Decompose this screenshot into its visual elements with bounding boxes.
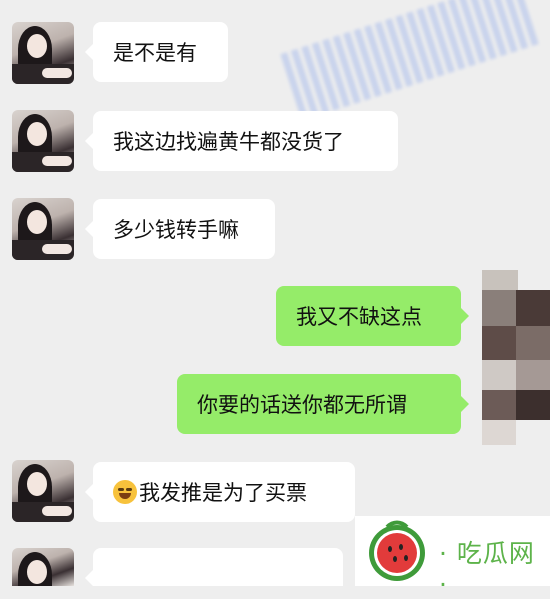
- contact-avatar[interactable]: [12, 460, 74, 522]
- laughing-tears-emoji: [113, 480, 137, 504]
- message-text: 我发推是为了买票: [139, 481, 307, 505]
- message-bubble-received: 我发推是为了买票: [85, 462, 355, 522]
- message-text: 多少钱转手嘛: [113, 218, 239, 242]
- site-watermark: · 吃瓜网 ·: [355, 516, 550, 599]
- message-bubble-received: 多少钱转手嘛: [85, 199, 275, 259]
- contact-avatar[interactable]: [12, 198, 74, 260]
- watermelon-logo-icon: [369, 520, 425, 581]
- message-bubble-received: 我这边找遍黄牛都没货了: [85, 111, 398, 171]
- message-bubble-sent: 你要的话送你都无所谓: [177, 374, 469, 434]
- contact-avatar[interactable]: [12, 110, 74, 172]
- message-text: 我又不缺这点: [296, 305, 422, 329]
- message-bubble-received-partial: [85, 548, 343, 586]
- self-avatar-pixelated[interactable]: [482, 270, 550, 445]
- contact-avatar[interactable]: [12, 22, 74, 84]
- message-bubble-received: 是不是有: [85, 22, 228, 82]
- contact-avatar[interactable]: [12, 548, 74, 586]
- watermark-text: · 吃瓜网 ·: [439, 539, 535, 599]
- message-bubble-sent: 我又不缺这点: [276, 286, 469, 346]
- message-text: 你要的话送你都无所谓: [197, 393, 407, 417]
- message-text: 是不是有: [113, 41, 197, 65]
- message-text: 我这边找遍黄牛都没货了: [113, 130, 344, 154]
